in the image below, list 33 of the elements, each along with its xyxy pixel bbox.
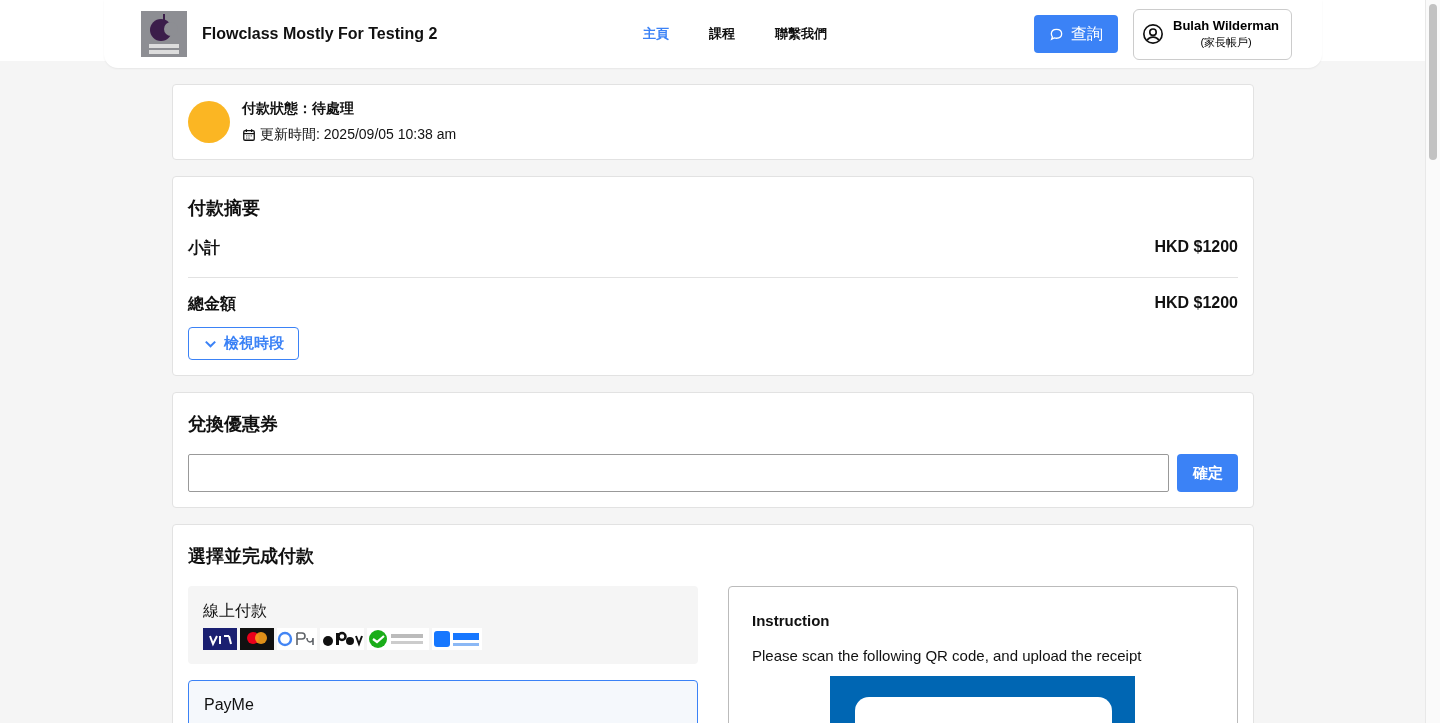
updated-time: 更新時間: 2025/09/05 10:38 am [260,126,457,144]
school-logo-icon[interactable] [141,11,187,57]
confirm-button[interactable]: 確定 [1177,454,1238,492]
section-title: 選擇並完成付款 [188,545,315,568]
scrollbar[interactable] [1425,0,1440,723]
section-title: 付款摘要 [188,197,261,220]
mastercard-icon [240,628,274,650]
payment-method-option[interactable]: PayMe [188,680,698,723]
visa-card-icon [203,628,237,650]
view-sessions-button[interactable]: 檢視時段 [188,327,299,360]
apple-pay-icon [320,628,364,650]
summary-label: 小計 [188,238,220,258]
payment-method-option[interactable]: 線上付款 [188,586,698,664]
wechat-pay-icon [367,628,429,650]
instruction-title: Instruction [752,612,831,629]
enquiry-button[interactable]: 查詢 [1034,15,1118,53]
coupon-input-field[interactable] [188,454,1169,492]
nav-link[interactable]: 主頁 [643,25,669,43]
google-pay-icon [277,628,317,650]
amount-text: HKD $1200 [1154,294,1238,313]
calendar-icon [242,128,256,142]
account-button[interactable]: Bulah Wilderman (家長帳戶) [1133,8,1292,60]
summary-label: 總金額 [188,294,236,314]
payment-status: 付款狀態：待處理 [242,100,355,118]
nav-link[interactable]: 聯繫我們 [775,25,827,43]
user-icon [1142,23,1164,45]
amount-text: HKD $1200 [1154,238,1238,257]
school-name[interactable]: Flowclass Mostly For Testing 2 [202,25,438,43]
nav-link[interactable]: 課程 [709,25,735,43]
instruction-text: Please scan the following QR code, and upload the receipt [752,647,1143,664]
chat-bubble-icon [1049,26,1064,42]
section-title: 兌換優惠券 [188,413,279,436]
alipay-icon [432,628,482,650]
